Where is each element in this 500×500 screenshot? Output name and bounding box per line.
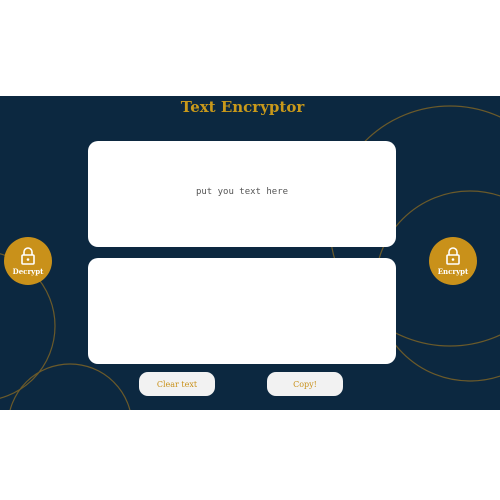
lock-icon [21, 246, 35, 265]
encrypt-button[interactable]: Encrypt [429, 237, 477, 285]
decrypt-label: Decrypt [12, 266, 44, 276]
page-title: Text Encryptor [180, 98, 305, 116]
app-container: Text Encryptor Decrypt Encrypt Clear tex… [0, 96, 500, 410]
encrypt-label: Encrypt [437, 266, 469, 276]
input-textarea[interactable] [88, 141, 396, 247]
clear-text-button[interactable]: Clear text [139, 372, 215, 396]
decor-circle-bottom-left [9, 363, 131, 410]
decrypt-button[interactable]: Decrypt [4, 237, 52, 285]
output-textarea[interactable] [88, 258, 396, 364]
copy-button[interactable]: Copy! [267, 372, 343, 396]
lock-icon [446, 246, 460, 265]
